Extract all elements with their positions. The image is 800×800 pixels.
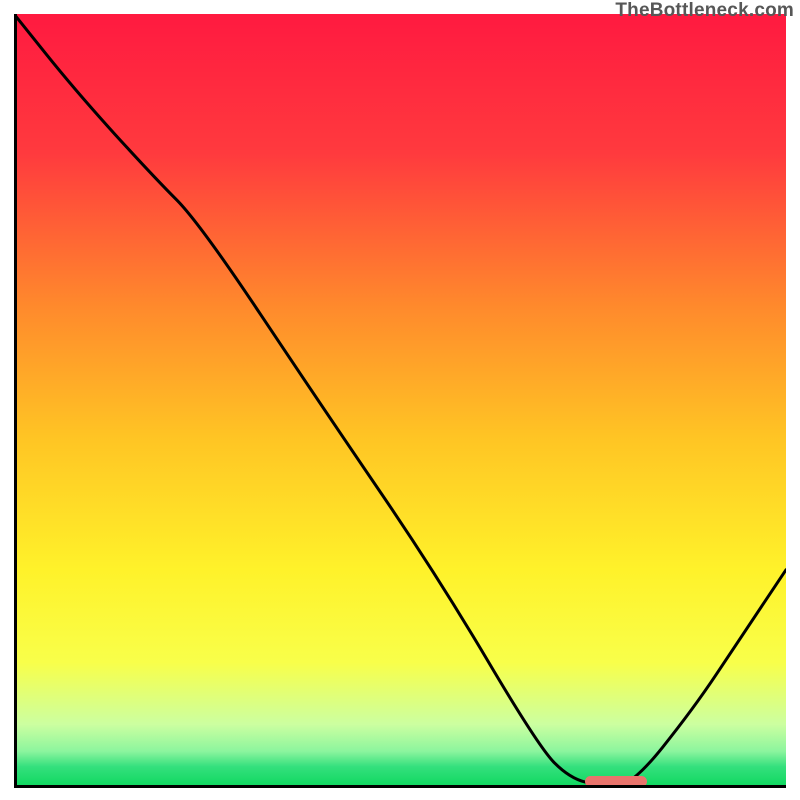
bottleneck-curve	[14, 14, 786, 786]
bottleneck-chart: TheBottleneck.com	[0, 0, 800, 800]
plot-area	[14, 14, 786, 786]
y-axis	[14, 14, 17, 788]
attribution-watermark: TheBottleneck.com	[615, 0, 794, 22]
x-axis	[14, 785, 786, 788]
